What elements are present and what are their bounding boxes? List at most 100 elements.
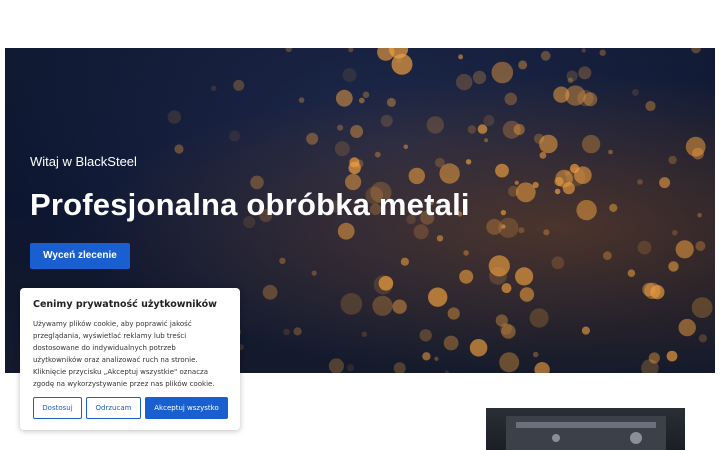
- spark-dot: [599, 49, 606, 56]
- spark-dot: [477, 124, 488, 134]
- spark-dot: [659, 177, 671, 189]
- spark-dot: [666, 350, 678, 362]
- spark-dot: [444, 370, 449, 373]
- spark-dot: [672, 229, 678, 236]
- spark-dot: [543, 229, 550, 236]
- spark-dot: [262, 284, 278, 300]
- spark-dot: [422, 352, 431, 361]
- spark-dot: [668, 261, 679, 272]
- spark-dot: [609, 203, 618, 212]
- customize-cookies-button[interactable]: Dostosuj: [33, 397, 82, 419]
- spark-dot: [335, 89, 353, 107]
- spark-dot: [698, 334, 708, 343]
- spark-dot: [637, 240, 652, 255]
- spark-dot: [500, 322, 512, 335]
- spark-dot: [342, 68, 357, 82]
- spark-dot: [380, 114, 393, 127]
- spark-dot: [167, 110, 182, 124]
- spark-dot: [576, 199, 597, 221]
- spark-dot: [174, 144, 184, 154]
- spark-dot: [534, 362, 550, 373]
- spark-dot: [603, 251, 612, 261]
- spark-dot: [472, 70, 487, 85]
- spark-dot: [518, 60, 528, 70]
- spark-dot: [362, 91, 370, 99]
- spark-dot: [581, 48, 586, 53]
- spark-dot: [377, 48, 395, 61]
- spark-dot: [581, 134, 601, 154]
- spark-dot: [648, 352, 660, 364]
- spark-dot: [456, 73, 473, 91]
- spark-dot: [484, 138, 489, 143]
- spark-dot: [210, 85, 217, 91]
- spark-dot: [627, 269, 636, 277]
- spark-dot: [229, 130, 241, 142]
- spark-dot: [668, 155, 677, 165]
- spark-dot: [539, 134, 558, 154]
- spark-dot: [428, 287, 448, 307]
- spark-dot: [233, 79, 245, 91]
- spark-dot: [675, 240, 694, 259]
- spark-dot: [518, 227, 525, 234]
- spark-dot: [645, 100, 656, 112]
- get-quote-button[interactable]: Wyceń zlecenie: [30, 243, 130, 269]
- spark-dot: [293, 327, 302, 336]
- spark-dot: [581, 326, 591, 335]
- spark-dot: [306, 132, 319, 145]
- spark-dot: [608, 149, 613, 155]
- spark-dot: [504, 92, 518, 106]
- spark-dot: [514, 180, 519, 185]
- spark-dot: [285, 48, 292, 53]
- spark-dot: [554, 188, 561, 195]
- spark-dot: [578, 66, 592, 80]
- reject-cookies-button[interactable]: Odrzucam: [86, 397, 141, 419]
- spark-dot: [434, 356, 439, 361]
- hero-greeting: Witaj w BlackSteel: [30, 154, 137, 169]
- cookie-text: Używamy plików cookie, aby poprawić jako…: [33, 320, 215, 388]
- spark-dot: [459, 269, 474, 284]
- spark-dot: [346, 364, 354, 372]
- spark-dot: [697, 212, 702, 218]
- hero-content: Witaj w BlackSteel Profesjonalna obróbka…: [30, 154, 470, 269]
- spark-dot: [498, 217, 519, 238]
- spark-dot: [502, 120, 521, 139]
- spark-dot: [491, 61, 514, 84]
- spark-dot: [540, 50, 551, 61]
- spark-dot: [501, 224, 506, 229]
- spark-dot: [458, 54, 464, 60]
- spark-dot: [426, 116, 444, 134]
- spark-dot: [469, 339, 488, 357]
- spark-dot: [532, 351, 539, 358]
- spark-dot: [565, 85, 586, 106]
- spark-dot: [495, 163, 509, 178]
- spark-dot: [501, 283, 512, 294]
- spark-dot: [691, 297, 713, 318]
- spark-dot: [386, 97, 396, 107]
- spark-dot: [566, 167, 586, 187]
- spark-dot: [298, 97, 305, 103]
- machine-photo: [486, 408, 685, 450]
- spark-dot: [361, 331, 367, 337]
- spark-dot: [499, 352, 520, 373]
- spark-dot: [340, 293, 363, 315]
- spark-dot: [467, 125, 477, 134]
- spark-dot: [551, 256, 565, 270]
- spark-dot: [637, 179, 643, 185]
- spark-dot: [447, 307, 460, 320]
- spark-dot: [372, 295, 393, 316]
- spark-dot: [691, 48, 701, 54]
- spark-dot: [631, 88, 639, 96]
- spark-dot: [419, 329, 432, 342]
- spark-dot: [337, 124, 344, 131]
- spark-dot: [311, 270, 317, 276]
- spark-dot: [567, 77, 574, 84]
- spark-dot: [529, 308, 549, 328]
- spark-dot: [695, 241, 706, 251]
- spark-dot: [515, 182, 536, 203]
- spark-dot: [489, 266, 507, 285]
- spark-dot: [519, 287, 535, 302]
- spark-dot: [350, 125, 364, 138]
- spark-dot: [378, 276, 394, 291]
- spark-dot: [515, 267, 534, 286]
- accept-all-cookies-button[interactable]: Akceptuj wszystko: [145, 397, 228, 419]
